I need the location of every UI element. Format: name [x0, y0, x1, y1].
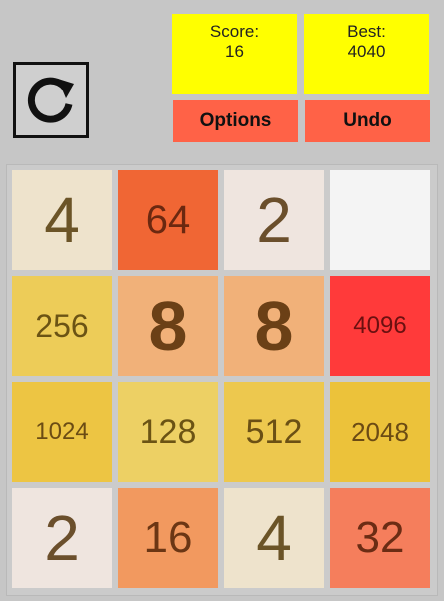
- tile-r0-c0: 4: [12, 170, 112, 270]
- game-screen: Score: 16 Best: 4040 Options Undo 4 64 2…: [0, 0, 444, 601]
- best-label: Best:: [347, 22, 386, 41]
- tile-r1-c3: 4096: [330, 276, 430, 376]
- options-button[interactable]: Options: [173, 100, 298, 142]
- tile-r3-c1: 16: [118, 488, 218, 588]
- tile-r0-c3: [330, 170, 430, 270]
- score-label: Score:: [209, 22, 260, 41]
- restart-icon: [27, 77, 74, 123]
- tile-r1-c0: 256: [12, 276, 112, 376]
- restart-button[interactable]: [13, 62, 89, 138]
- score-box: Score: 16: [172, 14, 297, 94]
- tile-r3-c0: 2: [12, 488, 112, 588]
- best-value: 4040: [347, 42, 386, 61]
- tile-r3-c2: 4: [224, 488, 324, 588]
- tile-r0-c1: 64: [118, 170, 218, 270]
- tile-r3-c3: 32: [330, 488, 430, 588]
- tile-r1-c2: 8: [224, 276, 324, 376]
- tile-r2-c1: 128: [118, 382, 218, 482]
- undo-button[interactable]: Undo: [305, 100, 430, 142]
- tile-r2-c2: 512: [224, 382, 324, 482]
- tile-r2-c3: 2048: [330, 382, 430, 482]
- tile-r2-c0: 1024: [12, 382, 112, 482]
- best-score-box: Best: 4040: [304, 14, 429, 94]
- game-board[interactable]: 4 64 2 256 8 8 4096 1024 128 512 2048 2 …: [6, 164, 438, 596]
- tile-r1-c1: 8: [118, 276, 218, 376]
- tile-r0-c2: 2: [224, 170, 324, 270]
- score-value: 16: [225, 42, 244, 61]
